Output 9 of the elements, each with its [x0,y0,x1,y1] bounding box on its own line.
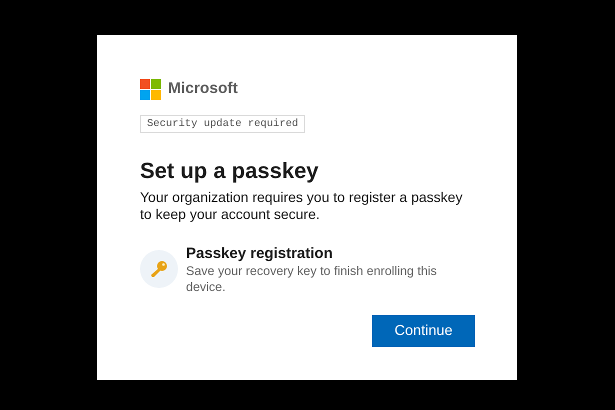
logo-icon [140,78,161,100]
step-text: Save your recovery key to finish enrolling this device. [186,263,438,295]
step-title: Passkey registration [186,245,334,263]
continue-button[interactable]: Continue [372,315,475,347]
key-icon [149,259,169,279]
description-text: Your organization requires you to register a passkey to keep your account secure. [140,189,464,223]
page-heading: Set up a passkey [140,157,320,185]
brand-name: Microsoft [168,80,238,98]
status-tag: Security update required [140,115,306,133]
